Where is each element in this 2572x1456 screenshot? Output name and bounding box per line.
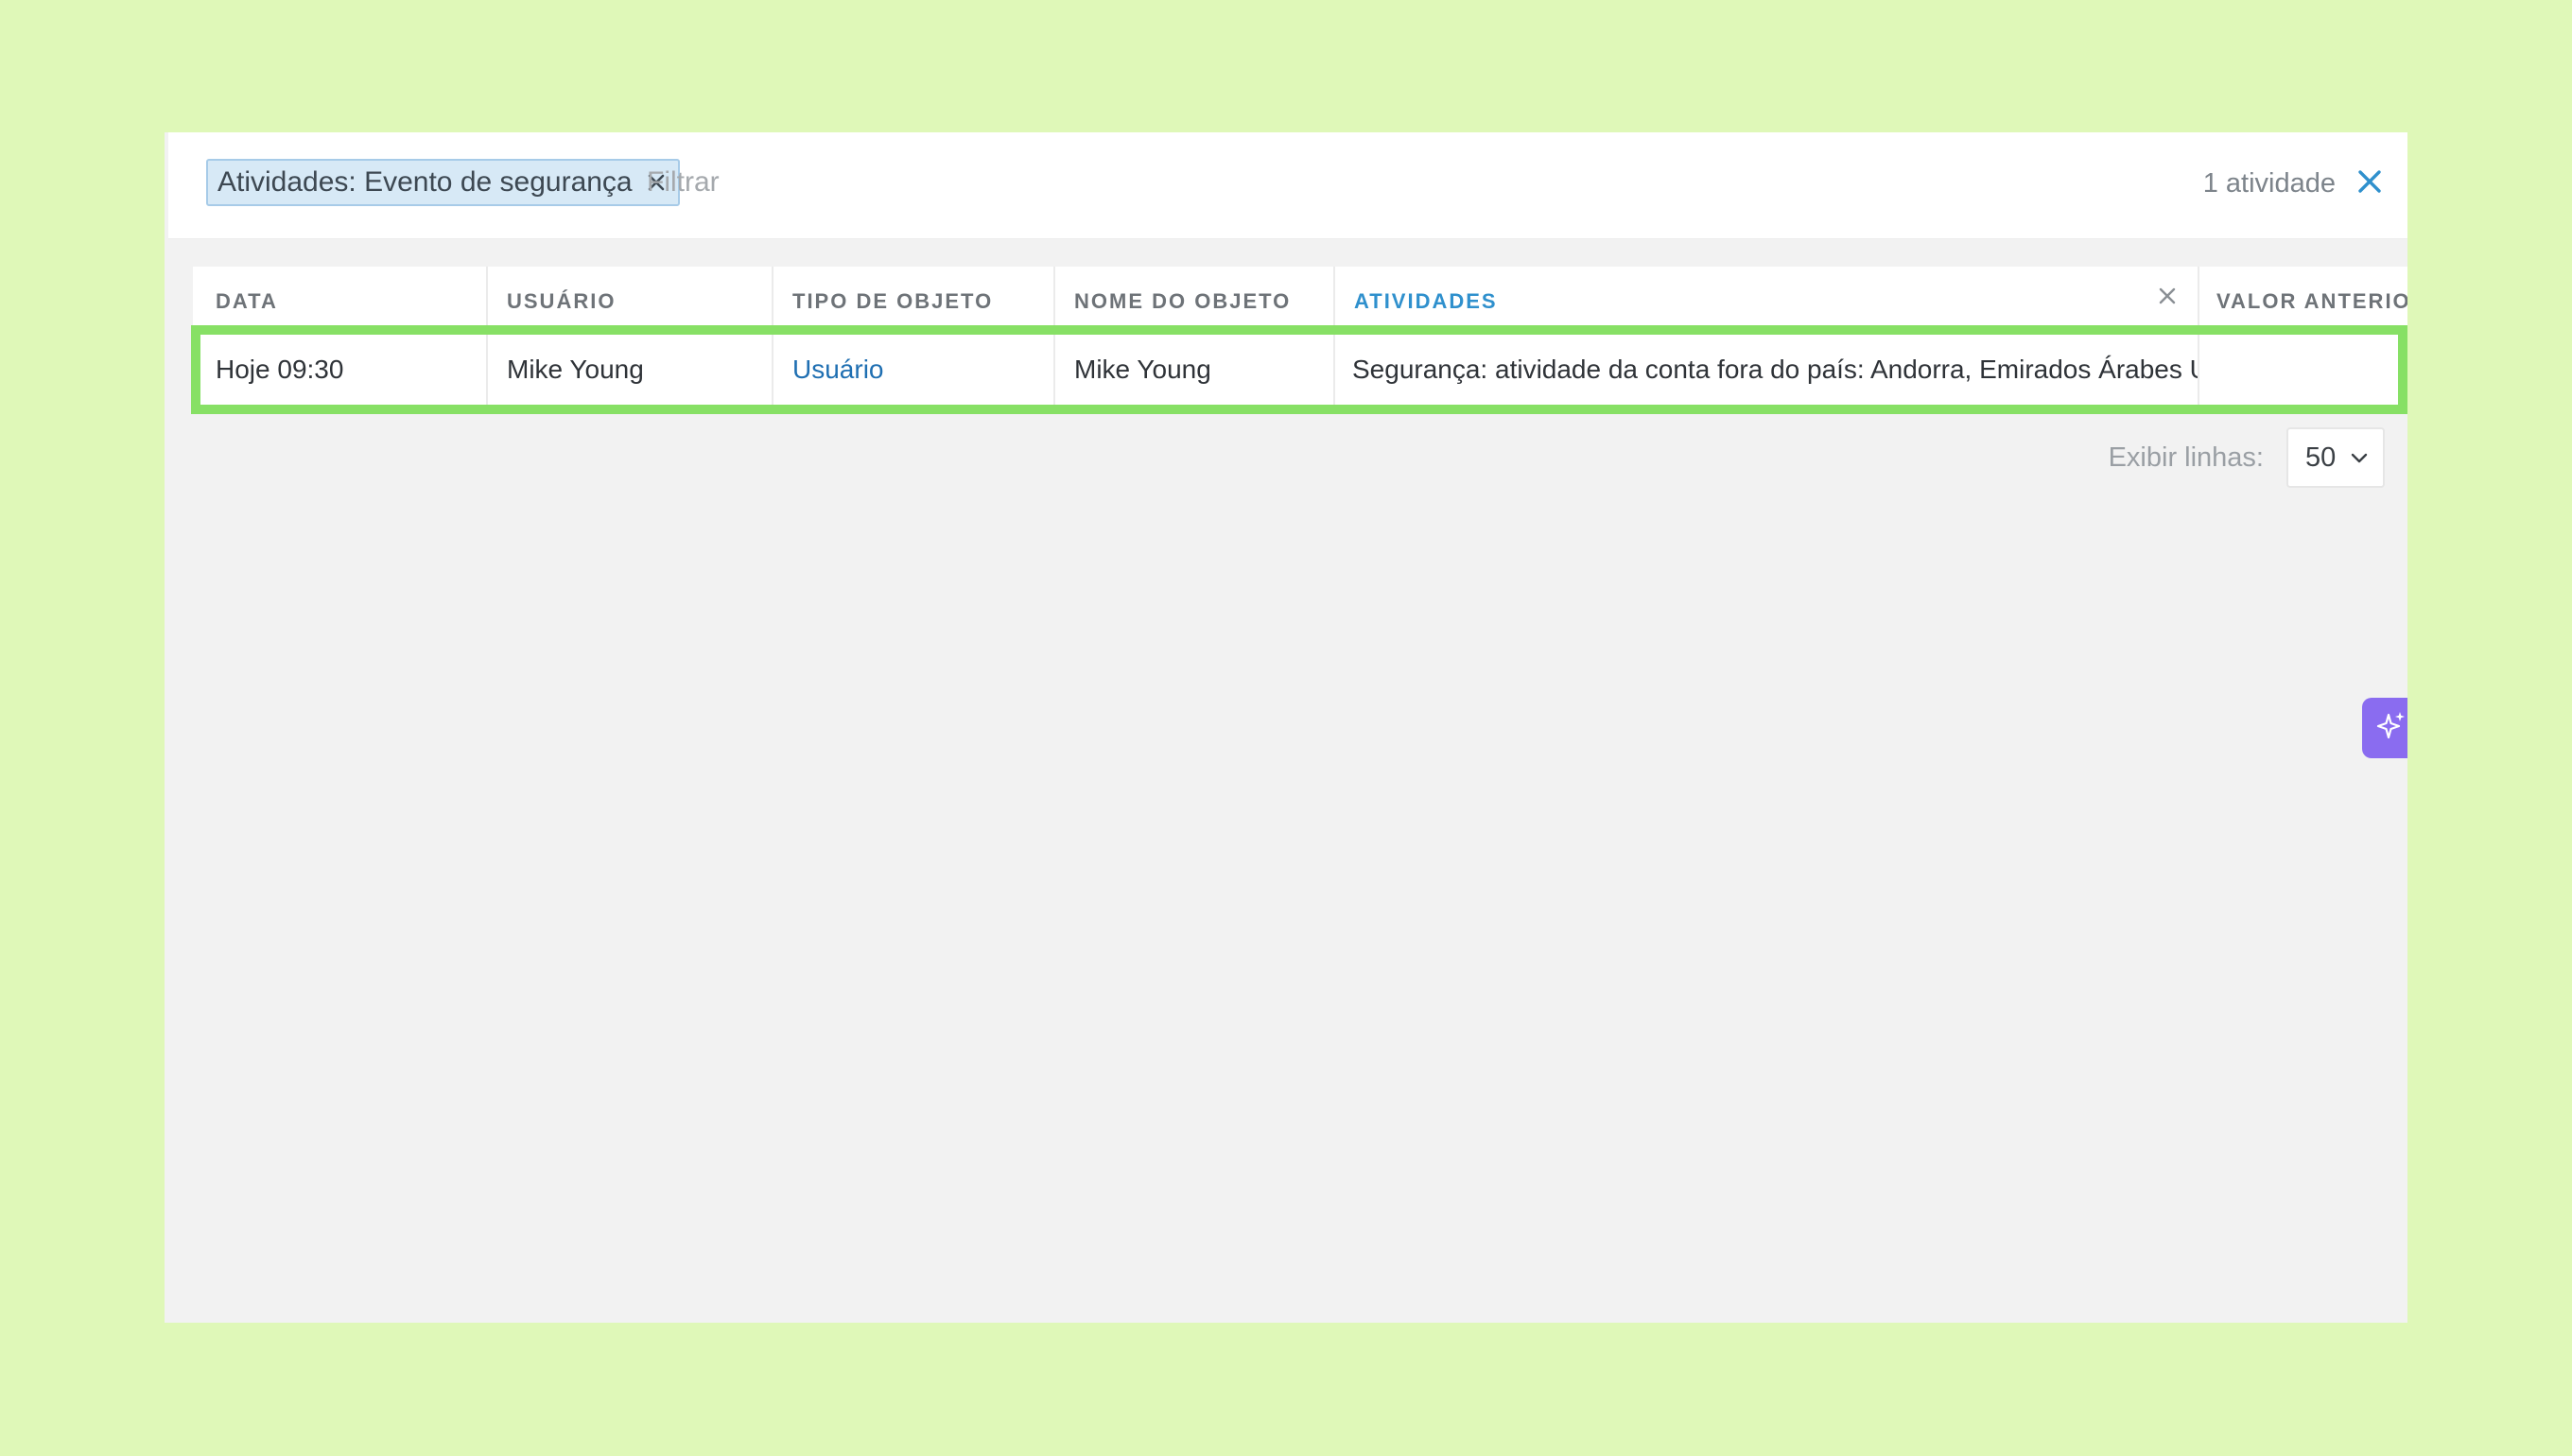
column-header-valor-anterior[interactable]: VALOR ANTERIO <box>2198 267 2407 325</box>
cell-atividades: Segurança: atividade da conta fora do pa… <box>1333 335 2198 405</box>
ai-assistant-button[interactable] <box>2362 698 2407 758</box>
chevron-down-icon <box>2349 450 2370 465</box>
close-icon[interactable] <box>2154 283 2181 309</box>
activity-count: 1 atividade <box>2202 168 2336 199</box>
rows-per-page-value: 50 <box>2305 442 2337 473</box>
filter-chip[interactable]: Atividades: Evento de segurança <box>206 159 680 206</box>
object-type-link[interactable]: Usuário <box>792 355 883 385</box>
filter-chip-label: Atividades: Evento de segurança <box>217 166 633 198</box>
column-header-tipo-de-objeto[interactable]: TIPO DE OBJETO <box>772 267 1053 325</box>
cell-valor-anterior <box>2198 335 2398 405</box>
column-header-atividades[interactable]: ATIVIDADES <box>1333 267 2198 325</box>
activity-log-panel: Atividades: Evento de segurança 1 ativid… <box>165 132 2407 1323</box>
table-header: DATA USUÁRIO TIPO DE OBJETO NOME DO OBJE… <box>193 267 2407 325</box>
cell-tipo-de-objeto: Usuário <box>772 335 1053 405</box>
close-icon[interactable] <box>2351 163 2389 200</box>
column-header-atividades-label: ATIVIDADES <box>1354 289 1498 313</box>
cell-data: Hoje 09:30 <box>216 355 344 384</box>
filter-bar: Atividades: Evento de segurança 1 ativid… <box>168 132 2407 239</box>
rows-per-page-label: Exibir linhas: <box>2108 442 2264 473</box>
column-header-usuario[interactable]: USUÁRIO <box>486 267 772 325</box>
cell-usuario: Mike Young <box>486 335 772 405</box>
sparkle-icon <box>2373 709 2407 748</box>
table-row[interactable]: Hoje 09:30 Mike Young Usuário Mike Young… <box>200 335 2398 405</box>
column-header-data[interactable]: DATA <box>193 267 486 325</box>
rows-per-page-select[interactable]: 50 <box>2286 427 2385 488</box>
cell-nome-do-objeto: Mike Young <box>1053 335 1333 405</box>
column-header-nome-do-objeto[interactable]: NOME DO OBJETO <box>1053 267 1333 325</box>
filter-input[interactable] <box>647 159 1781 206</box>
